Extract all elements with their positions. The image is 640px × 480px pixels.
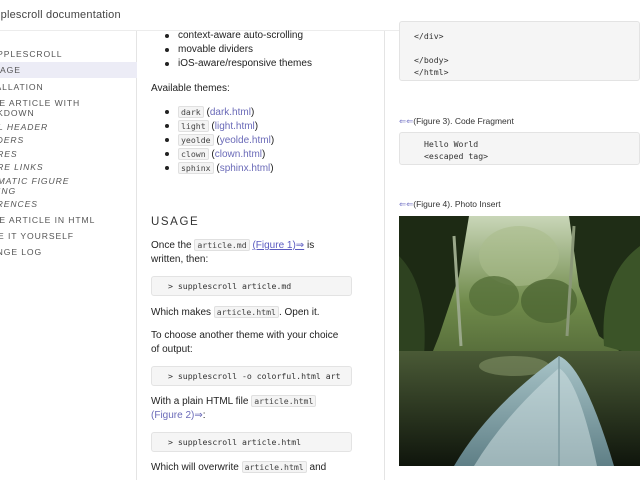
code-block-3: > supplescroll article.html xyxy=(151,432,352,452)
nav-item-headers[interactable]: ADERS xyxy=(0,135,24,146)
inline-code: article.html xyxy=(251,395,317,407)
photo-insert-canoe xyxy=(399,216,640,466)
app-title: upplescroll documentation xyxy=(0,9,121,21)
list-item: light (light.html) xyxy=(151,119,274,133)
list-item: dark (dark.html) xyxy=(151,105,274,119)
inline-code: article.html xyxy=(213,306,279,318)
theme-code: light xyxy=(178,120,209,132)
figure-2-link[interactable]: (Figure 2)⇒ xyxy=(151,410,203,421)
theme-link-dark[interactable]: dark.html xyxy=(210,107,251,118)
nav-item-supplescroll[interactable]: UPPLESCROLL xyxy=(0,49,62,60)
text: is xyxy=(306,240,315,251)
usage-paragraph-4-line2: (Figure 2)⇒: xyxy=(151,410,206,421)
nav-item-usage[interactable]: AGE xyxy=(0,62,137,78)
nav-item-write-markdown-cont[interactable]: RKDOWN xyxy=(0,108,35,119)
figures-column: </div> </body> </html> ⇐⇐(Figure 3). Cod… xyxy=(386,21,640,480)
nav-item-figures[interactable]: URES xyxy=(0,149,17,160)
caption-text: (Figure 3). Code Fragment xyxy=(413,116,514,126)
nav-item-theme-yourself[interactable]: ME IT YOURSELF xyxy=(0,231,74,242)
code-block-2: > supplescroll -o colorful.html art xyxy=(151,366,352,386)
figure-4-caption: ⇐⇐(Figure 4). Photo Insert xyxy=(399,199,501,210)
feature-list: context-aware auto-scrolling movable div… xyxy=(151,29,312,71)
figure-1-link[interactable]: (Figure 1)⇒ xyxy=(252,240,304,251)
usage-paragraph-2: Which makes article.html. Open it. xyxy=(151,306,320,318)
usage-paragraph-1-line2: written, then: xyxy=(151,254,209,265)
text: With a plain HTML file xyxy=(151,396,249,407)
nav-item-references[interactable]: ERENCES xyxy=(0,199,38,210)
caption-text: (Figure 4). Photo Insert xyxy=(413,199,501,209)
text: . Open it. xyxy=(278,307,320,318)
nav-item-change-log[interactable]: ANGE LOG xyxy=(0,247,42,258)
back-arrows-icon[interactable]: ⇐⇐ xyxy=(399,199,413,209)
themes-intro: Available themes: xyxy=(151,83,230,94)
list-item: iOS-aware/responsive themes xyxy=(151,57,312,71)
theme-link-sphinx[interactable]: sphinx.html xyxy=(220,163,271,174)
back-arrows-icon[interactable]: ⇐⇐ xyxy=(399,116,413,126)
list-item: sphinx (sphinx.html) xyxy=(151,161,274,175)
theme-code: yeolde xyxy=(178,134,214,146)
list-item: clown (clown.html) xyxy=(151,147,274,161)
themes-list: dark (dark.html) light (light.html) yeol… xyxy=(151,105,274,175)
theme-code: clown xyxy=(178,148,209,160)
code-fragment-top: </div> </body> </html> xyxy=(399,21,640,81)
list-item: movable dividers xyxy=(151,43,312,57)
nav-item-write-html[interactable]: ITE ARTICLE IN HTML xyxy=(0,215,95,226)
text: : xyxy=(202,410,206,421)
article-column: context-aware auto-scrolling movable div… xyxy=(138,29,385,480)
sidebar-nav: UPPLESCROLL AGE TALLATION ITE ARTICLE WI… xyxy=(0,31,137,480)
nav-item-installation[interactable]: TALLATION xyxy=(0,82,44,93)
inline-code: article.html xyxy=(241,461,307,473)
list-item: context-aware auto-scrolling xyxy=(151,29,312,43)
usage-paragraph-1: Once the article.md (Figure 1)⇒ is xyxy=(151,239,315,251)
usage-heading: USAGE xyxy=(151,216,200,228)
nav-item-automatic-figure-cont[interactable]: MING xyxy=(0,186,16,197)
theme-link-yeolde[interactable]: yeolde.html xyxy=(220,135,271,146)
usage-paragraph-3: To choose another theme with your choice xyxy=(151,330,339,341)
inline-code: article.md xyxy=(194,239,250,251)
text: Once the xyxy=(151,240,192,251)
text: Which makes xyxy=(151,307,212,318)
theme-link-light[interactable]: light.html xyxy=(215,121,255,132)
usage-paragraph-4: With a plain HTML file article.html xyxy=(151,395,317,407)
text: and xyxy=(309,462,327,473)
nav-item-figure-links[interactable]: URE LINKS xyxy=(0,162,43,173)
text: Which will overwrite xyxy=(151,462,239,473)
nav-item-yaml-header[interactable]: ML HEADER xyxy=(0,122,48,133)
list-item: yeolde (yeolde.html) xyxy=(151,133,274,147)
figure-3-caption: ⇐⇐(Figure 3). Code Fragment xyxy=(399,116,514,127)
code-block-1: > supplescroll article.md xyxy=(151,276,352,296)
theme-link-clown[interactable]: clown.html xyxy=(215,149,262,160)
theme-code: sphinx xyxy=(178,162,214,174)
theme-code: dark xyxy=(178,106,204,118)
usage-paragraph-5: Which will overwrite article.html and xyxy=(151,461,327,473)
usage-paragraph-3-line2: of output: xyxy=(151,344,193,355)
code-fragment-figure-3: Hello World <escaped tag> xyxy=(399,132,640,165)
